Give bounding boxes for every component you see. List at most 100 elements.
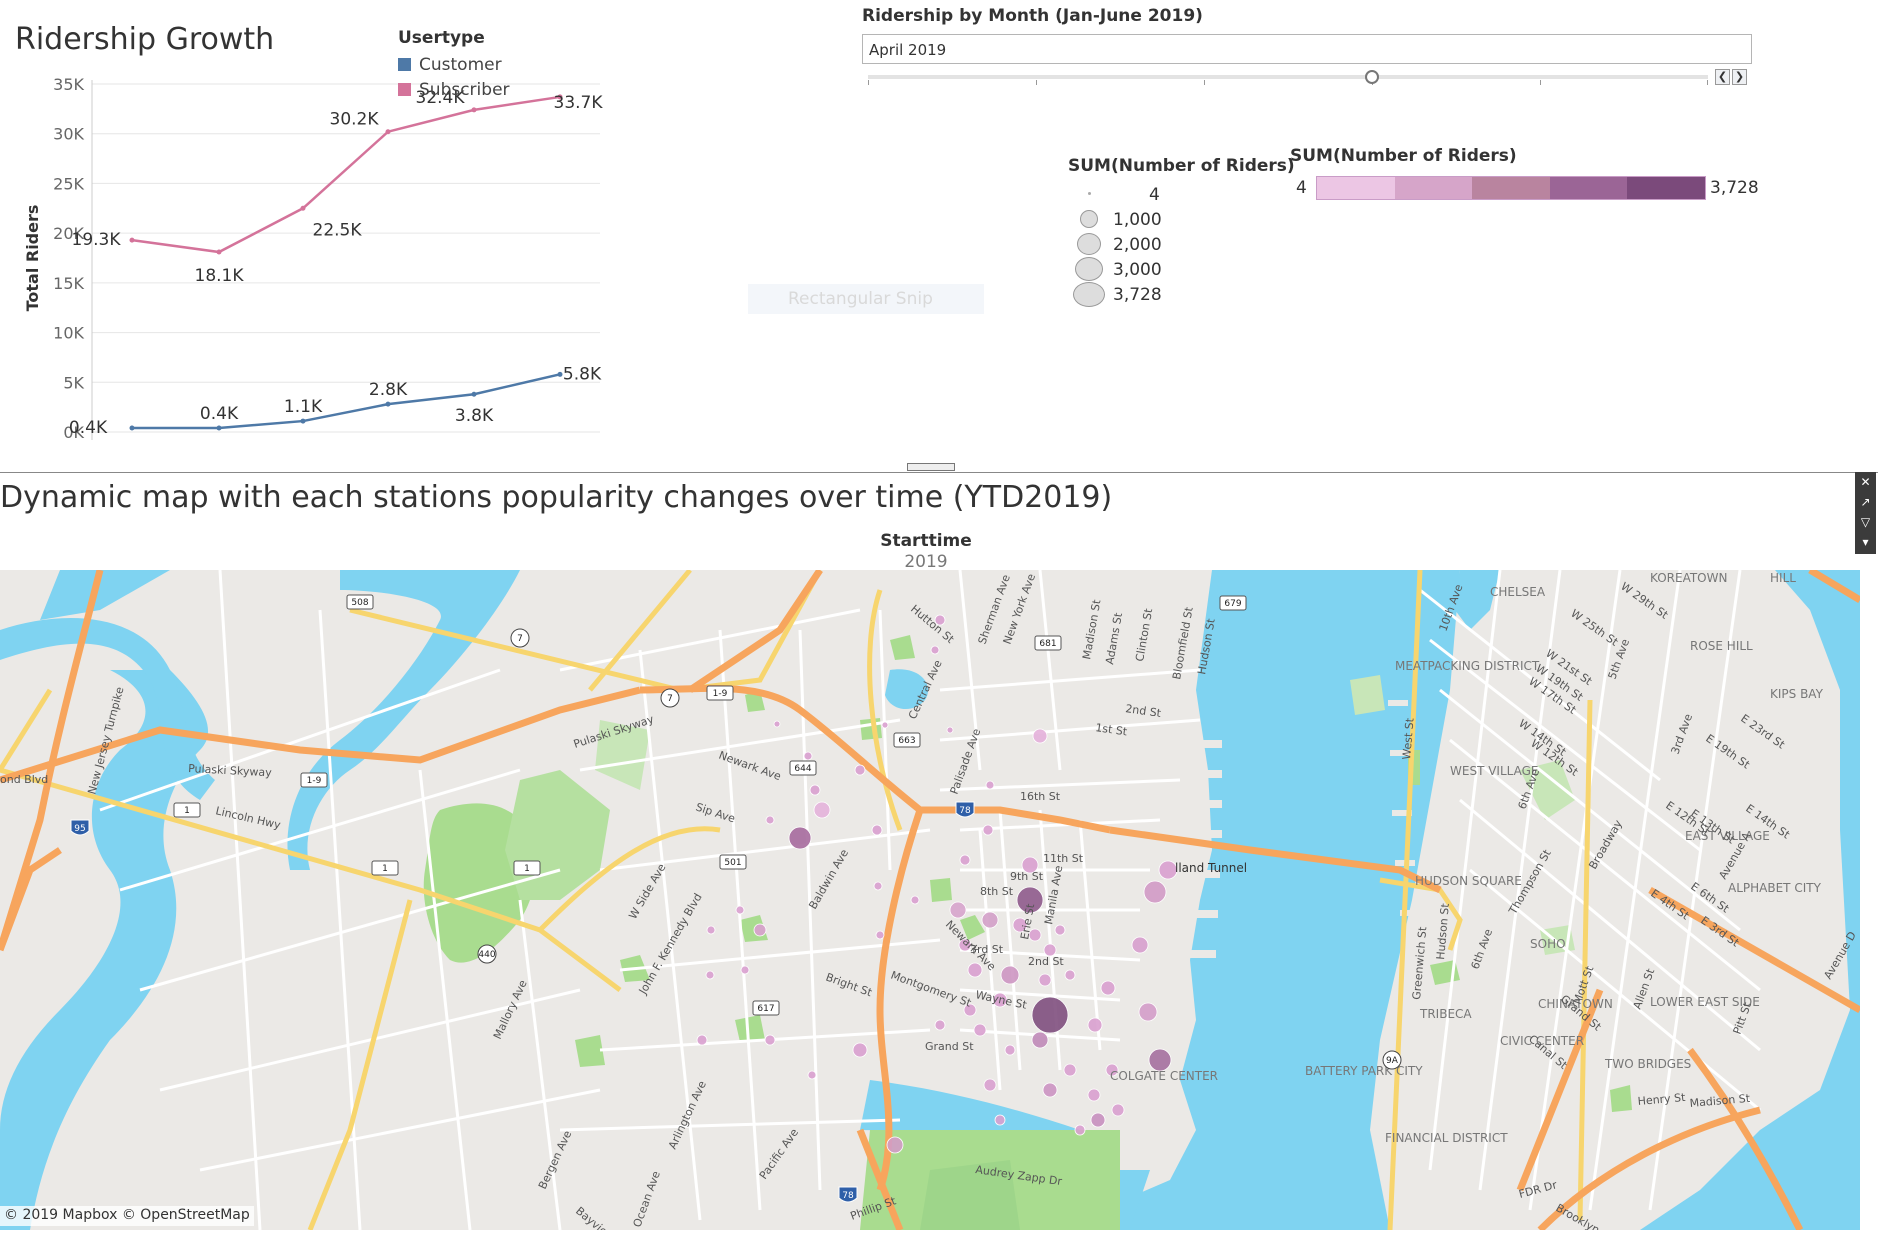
station-marker[interactable] bbox=[1063, 1063, 1077, 1077]
month-filter-value[interactable]: April 2019 bbox=[862, 34, 1752, 64]
station-marker[interactable] bbox=[886, 1136, 904, 1154]
data-point-subscriber[interactable] bbox=[129, 237, 135, 243]
legend-item-subscriber[interactable]: Subscriber bbox=[398, 77, 510, 102]
resize-grip[interactable] bbox=[907, 463, 955, 471]
station-marker[interactable] bbox=[983, 1078, 997, 1092]
station-marker[interactable] bbox=[994, 1114, 1006, 1126]
station-marker[interactable] bbox=[1038, 973, 1052, 987]
month-slider-tick bbox=[1204, 80, 1205, 85]
station-marker[interactable] bbox=[1032, 728, 1048, 744]
station-marker[interactable] bbox=[1004, 1044, 1016, 1056]
data-point-subscriber[interactable] bbox=[385, 129, 391, 135]
station-marker[interactable] bbox=[1031, 1031, 1049, 1049]
route-shield-label: 95 bbox=[74, 824, 85, 834]
station-marker[interactable] bbox=[973, 1023, 987, 1037]
station-marker[interactable] bbox=[881, 721, 889, 729]
station-marker[interactable] bbox=[809, 784, 821, 796]
station-marker[interactable] bbox=[875, 930, 885, 940]
station-marker[interactable] bbox=[706, 925, 716, 935]
route-shield-label: 501 bbox=[724, 858, 741, 868]
station-marker[interactable] bbox=[1111, 1103, 1125, 1117]
data-point-customer[interactable] bbox=[216, 425, 222, 431]
data-point-customer[interactable] bbox=[129, 425, 135, 431]
station-marker[interactable] bbox=[773, 720, 781, 728]
station-marker[interactable] bbox=[788, 826, 812, 850]
station-marker[interactable] bbox=[764, 1034, 776, 1046]
station-marker[interactable] bbox=[910, 895, 920, 905]
map-attribution[interactable]: © 2019 Mapbox © OpenStreetMap bbox=[0, 1206, 254, 1226]
size-legend-item: 2,000 bbox=[1068, 232, 1295, 257]
station-marker[interactable] bbox=[807, 1070, 817, 1080]
data-point-subscriber[interactable] bbox=[471, 107, 477, 113]
station-marker[interactable] bbox=[1131, 936, 1149, 954]
station-marker[interactable] bbox=[1087, 1017, 1103, 1033]
y-tick-label: 15K bbox=[53, 274, 84, 293]
station-marker[interactable] bbox=[930, 645, 940, 655]
data-point-customer[interactable] bbox=[471, 391, 477, 397]
map-label: MEATPACKING DISTRICT bbox=[1395, 659, 1540, 673]
station-marker[interactable] bbox=[740, 965, 750, 975]
station-marker[interactable] bbox=[854, 764, 866, 776]
month-slider[interactable] bbox=[868, 70, 1708, 85]
station-marker[interactable] bbox=[1074, 1124, 1086, 1136]
legend-item-customer[interactable]: Customer bbox=[398, 52, 510, 77]
month-slider-tick bbox=[1036, 80, 1037, 85]
data-label-subscriber: 18.1K bbox=[195, 266, 245, 286]
map-label: 11th St bbox=[1043, 852, 1084, 865]
station-marker[interactable] bbox=[873, 881, 883, 891]
station-marker[interactable] bbox=[1031, 996, 1069, 1034]
color-legend-ramp bbox=[1316, 176, 1706, 200]
map-canvas[interactable]: New Jersey Turnpike Pulaski Skyway Pulas… bbox=[0, 570, 1860, 1230]
station-marker[interactable] bbox=[871, 824, 883, 836]
station-marker[interactable] bbox=[803, 751, 813, 761]
map-label: Ocean Ave bbox=[631, 1169, 663, 1229]
station-marker[interactable] bbox=[813, 801, 831, 819]
starttime-label: Starttime bbox=[880, 531, 972, 551]
data-point-customer[interactable] bbox=[385, 401, 391, 407]
map-label: Grand St bbox=[925, 1040, 974, 1053]
close-icon[interactable]: ✕ bbox=[1860, 472, 1870, 492]
station-marker[interactable] bbox=[982, 824, 994, 836]
station-marker[interactable] bbox=[696, 1034, 708, 1046]
popout-icon[interactable]: ↗ bbox=[1860, 492, 1870, 512]
month-slider-handle[interactable] bbox=[1365, 70, 1379, 84]
station-map[interactable]: New Jersey Turnpike Pulaski Skyway Pulas… bbox=[0, 570, 1860, 1230]
station-marker[interactable] bbox=[735, 905, 745, 915]
station-marker[interactable] bbox=[949, 901, 967, 919]
station-marker[interactable] bbox=[934, 1019, 946, 1031]
station-marker[interactable] bbox=[985, 780, 995, 790]
station-marker[interactable] bbox=[1087, 1088, 1101, 1102]
station-marker[interactable] bbox=[1054, 924, 1066, 936]
size-legend-circle bbox=[1077, 233, 1101, 255]
station-marker[interactable] bbox=[1000, 965, 1020, 985]
station-marker[interactable] bbox=[1100, 980, 1116, 996]
data-point-subscriber[interactable] bbox=[216, 249, 222, 255]
station-marker[interactable] bbox=[705, 970, 715, 980]
filter-icon[interactable]: ▽ bbox=[1861, 512, 1870, 532]
dropdown-icon[interactable]: ▾ bbox=[1862, 532, 1868, 552]
data-point-subscriber[interactable] bbox=[300, 205, 306, 211]
station-marker[interactable] bbox=[753, 923, 767, 937]
station-marker[interactable] bbox=[765, 815, 775, 825]
size-legend-item: 3,000 bbox=[1068, 257, 1295, 282]
station-marker[interactable] bbox=[981, 911, 999, 929]
next-month-button[interactable]: ❯ bbox=[1732, 69, 1747, 85]
map-label: W Side Ave bbox=[626, 861, 668, 921]
station-marker[interactable] bbox=[946, 726, 954, 734]
station-marker[interactable] bbox=[1042, 1082, 1058, 1098]
month-slider-track[interactable] bbox=[868, 75, 1708, 79]
data-point-customer[interactable] bbox=[557, 371, 563, 377]
station-marker[interactable] bbox=[967, 962, 983, 978]
station-marker[interactable] bbox=[1148, 1048, 1172, 1072]
station-marker[interactable] bbox=[1143, 880, 1167, 904]
station-marker[interactable] bbox=[1064, 969, 1076, 981]
size-legend: SUM(Number of Riders) 4 1,000 2,000 3,00… bbox=[1068, 156, 1295, 307]
station-marker[interactable] bbox=[852, 1042, 868, 1058]
station-marker[interactable] bbox=[959, 854, 971, 866]
station-marker[interactable] bbox=[1090, 1112, 1106, 1128]
data-point-customer[interactable] bbox=[300, 418, 306, 424]
station-marker[interactable] bbox=[1138, 1002, 1158, 1022]
prev-month-button[interactable]: ❮ bbox=[1715, 69, 1730, 85]
size-legend-circle bbox=[1073, 282, 1105, 307]
map-label: Clinton St bbox=[1133, 607, 1155, 663]
